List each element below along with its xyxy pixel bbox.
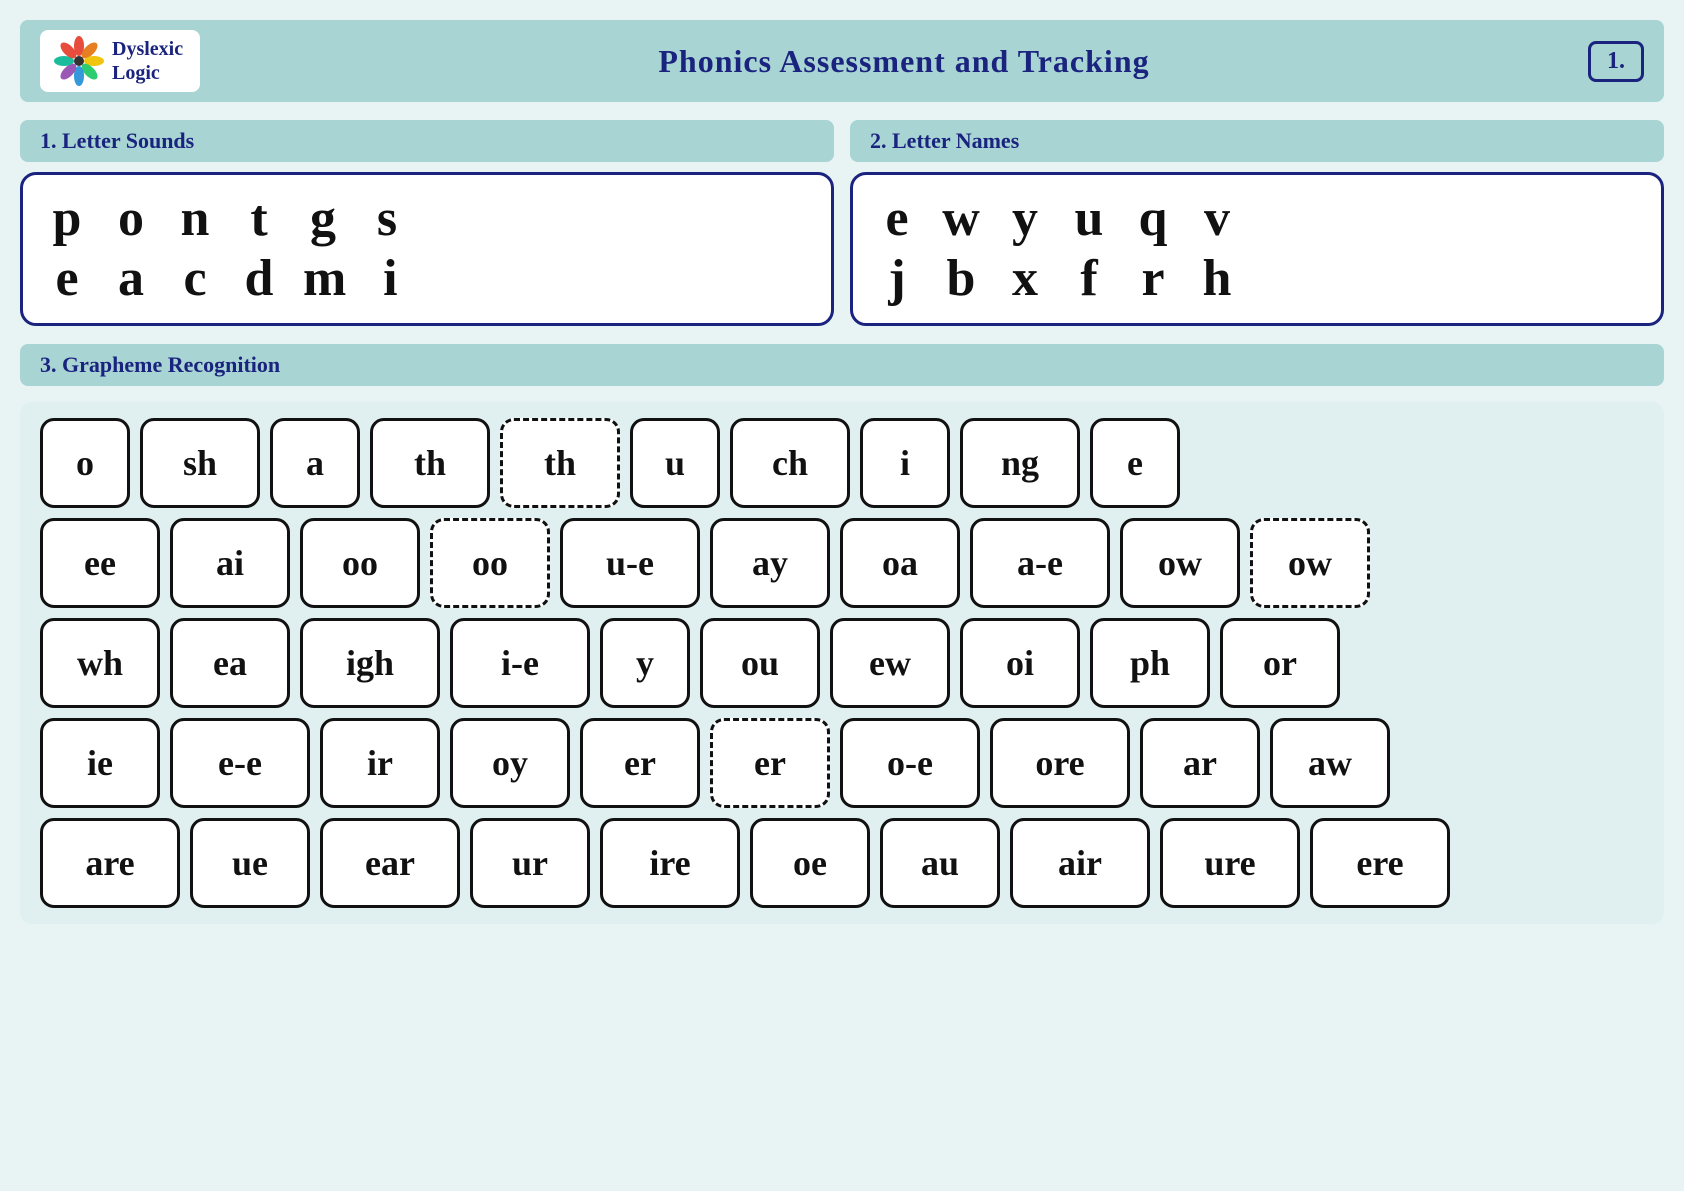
- grapheme-row-4: are ue ear ur ire oe au air ure ere: [40, 818, 1644, 908]
- g-th1: th: [370, 418, 490, 508]
- ls-o: o: [111, 193, 151, 245]
- ls-m: m: [303, 253, 346, 305]
- logo-text: Dyslexic Logic: [112, 37, 183, 85]
- g-i-e: i-e: [450, 618, 590, 708]
- g-ure: ure: [1160, 818, 1300, 908]
- section1-header: 1. Letter Sounds: [20, 120, 834, 162]
- g-or: or: [1220, 618, 1340, 708]
- letter-sounds-row1: p o n t g s: [47, 193, 807, 245]
- g-u: u: [630, 418, 720, 508]
- grapheme-grid: o sh a th th u ch i ng e ee ai oo oo u-e…: [20, 402, 1664, 924]
- page-header: Dyslexic Logic Phonics Assessment and Tr…: [20, 20, 1664, 102]
- g-ore: ore: [990, 718, 1130, 808]
- g-aw: aw: [1270, 718, 1390, 808]
- g-o-e: o-e: [840, 718, 980, 808]
- g-ai: ai: [170, 518, 290, 608]
- ln-v: v: [1197, 193, 1237, 245]
- g-ph: ph: [1090, 618, 1210, 708]
- section3-header: 3. Grapheme Recognition: [20, 344, 1664, 386]
- ln-x: x: [1005, 253, 1045, 305]
- ls-a: a: [111, 253, 151, 305]
- section2-header: 2. Letter Names: [850, 120, 1664, 162]
- g-u-e: u-e: [560, 518, 700, 608]
- letters-row: p o n t g s e a c d m i e w y u q v j b …: [20, 172, 1664, 326]
- g-er2: er: [710, 718, 830, 808]
- g-y: y: [600, 618, 690, 708]
- grapheme-row-0: o sh a th th u ch i ng e: [40, 418, 1644, 508]
- ln-f: f: [1069, 253, 1109, 305]
- g-ere: ere: [1310, 818, 1450, 908]
- g-o: o: [40, 418, 130, 508]
- ls-s: s: [367, 193, 407, 245]
- g-a: a: [270, 418, 360, 508]
- ls-d: d: [239, 253, 279, 305]
- ln-q: q: [1133, 193, 1173, 245]
- g-a-e: a-e: [970, 518, 1110, 608]
- g-ch: ch: [730, 418, 850, 508]
- g-oy: oy: [450, 718, 570, 808]
- g-igh: igh: [300, 618, 440, 708]
- ln-e: e: [877, 193, 917, 245]
- g-ow1: ow: [1120, 518, 1240, 608]
- g-ee: ee: [40, 518, 160, 608]
- grapheme-row-2: wh ea igh i-e y ou ew oi ph or: [40, 618, 1644, 708]
- g-wh: wh: [40, 618, 160, 708]
- page-number: 1.: [1588, 41, 1644, 82]
- ls-p: p: [47, 193, 87, 245]
- ls-g: g: [303, 193, 343, 245]
- ls-t: t: [239, 193, 279, 245]
- g-ie: ie: [40, 718, 160, 808]
- ls-e: e: [47, 253, 87, 305]
- grapheme-row-1: ee ai oo oo u-e ay oa a-e ow ow: [40, 518, 1644, 608]
- g-au: au: [880, 818, 1000, 908]
- g-ay: ay: [710, 518, 830, 608]
- grapheme-row-3: ie e-e ir oy er er o-e ore ar aw: [40, 718, 1644, 808]
- g-er1: er: [580, 718, 700, 808]
- ln-j: j: [877, 253, 917, 305]
- g-ire: ire: [600, 818, 740, 908]
- g-ow2: ow: [1250, 518, 1370, 608]
- letter-names-row2: j b x f r h: [877, 253, 1637, 305]
- letter-sounds-row2: e a c d m i: [47, 253, 807, 305]
- g-ng: ng: [960, 418, 1080, 508]
- g-are: are: [40, 818, 180, 908]
- g-oi: oi: [960, 618, 1080, 708]
- ln-b: b: [941, 253, 981, 305]
- section-headers-row: 1. Letter Sounds 2. Letter Names: [20, 120, 1664, 162]
- g-oo2: oo: [430, 518, 550, 608]
- ln-r: r: [1133, 253, 1173, 305]
- ln-u: u: [1069, 193, 1109, 245]
- g-ur: ur: [470, 818, 590, 908]
- g-e-e: e-e: [170, 718, 310, 808]
- g-oa: oa: [840, 518, 960, 608]
- ln-h: h: [1197, 253, 1237, 305]
- ln-y: y: [1005, 193, 1045, 245]
- page-title: Phonics Assessment and Tracking: [220, 43, 1588, 80]
- g-i: i: [860, 418, 950, 508]
- g-ew: ew: [830, 618, 950, 708]
- g-oe: oe: [750, 818, 870, 908]
- g-sh: sh: [140, 418, 260, 508]
- letter-sounds-box: p o n t g s e a c d m i: [20, 172, 834, 326]
- ls-i: i: [370, 253, 410, 305]
- g-ue: ue: [190, 818, 310, 908]
- logo-area: Dyslexic Logic: [40, 30, 200, 92]
- ln-w: w: [941, 193, 981, 245]
- letter-names-row1: e w y u q v: [877, 193, 1637, 245]
- letter-names-box: e w y u q v j b x f r h: [850, 172, 1664, 326]
- g-ou: ou: [700, 618, 820, 708]
- g-ea: ea: [170, 618, 290, 708]
- ls-c: c: [175, 253, 215, 305]
- g-th2: th: [500, 418, 620, 508]
- g-ir: ir: [320, 718, 440, 808]
- g-ear: ear: [320, 818, 460, 908]
- ls-n: n: [175, 193, 215, 245]
- g-e: e: [1090, 418, 1180, 508]
- dyslexic-logic-logo: [54, 36, 104, 86]
- g-oo1: oo: [300, 518, 420, 608]
- g-air: air: [1010, 818, 1150, 908]
- g-ar: ar: [1140, 718, 1260, 808]
